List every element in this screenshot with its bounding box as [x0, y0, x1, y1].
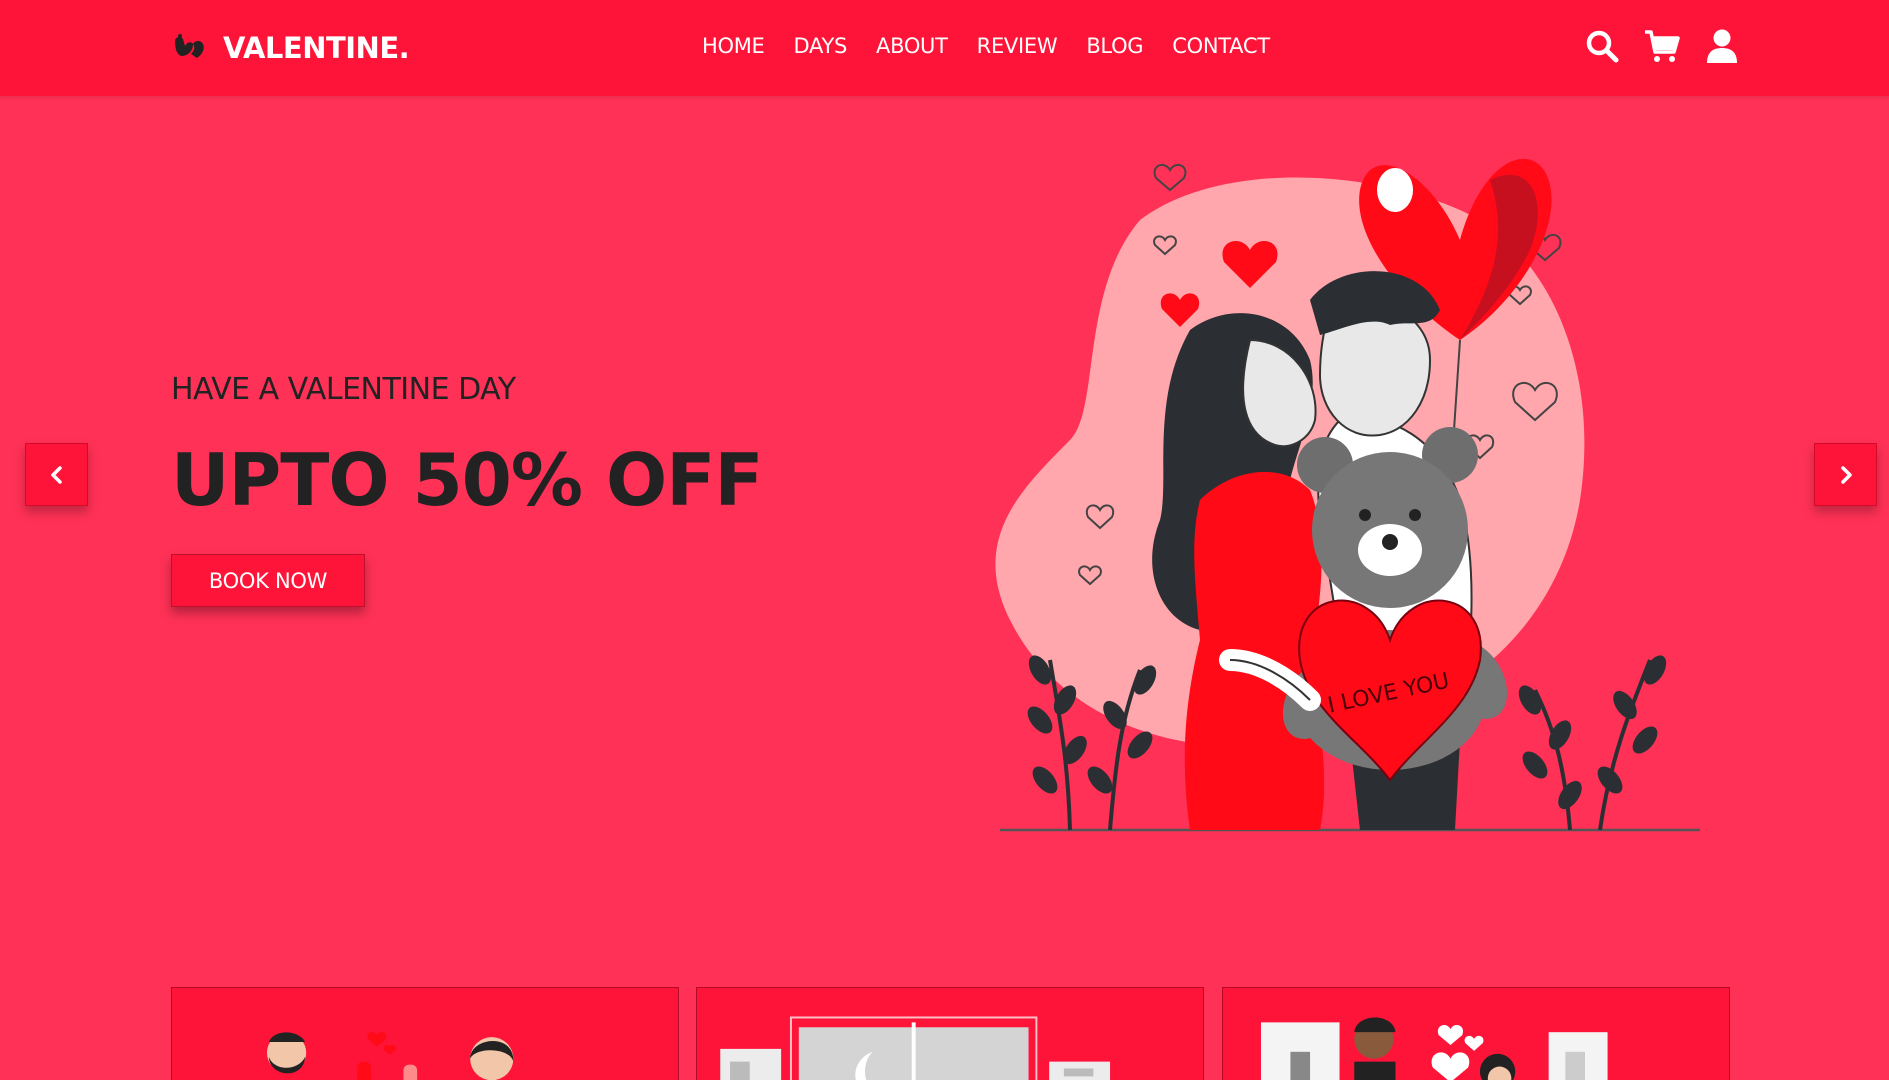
prev-slide-button[interactable] [25, 443, 88, 506]
book-now-button[interactable]: BOOK NOW [171, 554, 365, 607]
hands-heart-icon [175, 34, 204, 58]
couple-toast-image [266, 1031, 514, 1080]
card-gift[interactable] [696, 987, 1204, 1080]
couple-illustration: I LOVE YOU [995, 158, 1700, 832]
chevron-right-icon [1840, 465, 1852, 484]
user-icon[interactable] [1704, 28, 1740, 64]
chevron-left-icon [50, 465, 62, 484]
site-header: VALENTINE. HOME DAYS ABOUT REVIEW BLOG C… [0, 0, 1889, 96]
main-nav: HOME DAYS ABOUT REVIEW BLOG CONTACT [702, 34, 1270, 58]
nav-about[interactable]: ABOUT [876, 34, 948, 58]
card-celebration[interactable] [171, 987, 679, 1080]
nav-review[interactable]: REVIEW [977, 34, 1058, 58]
window-scene-image [720, 1016, 1111, 1080]
search-icon[interactable] [1584, 28, 1620, 64]
card-couple[interactable] [1222, 987, 1730, 1080]
hero-title: UPTO 50% OFF [171, 438, 764, 522]
cart-icon[interactable] [1644, 28, 1680, 64]
next-slide-button[interactable] [1814, 443, 1877, 506]
nav-home[interactable]: HOME [702, 34, 765, 58]
couple-hearts-image [1260, 1017, 1608, 1080]
hero-subtitle: HAVE A VALENTINE DAY [171, 372, 516, 407]
nav-blog[interactable]: BLOG [1086, 34, 1143, 58]
nav-days[interactable]: DAYS [794, 34, 848, 58]
logo[interactable]: VALENTINE. [171, 26, 410, 70]
header-actions [1584, 28, 1740, 64]
nav-contact[interactable]: CONTACT [1172, 34, 1270, 58]
logo-text: VALENTINE. [223, 31, 410, 65]
